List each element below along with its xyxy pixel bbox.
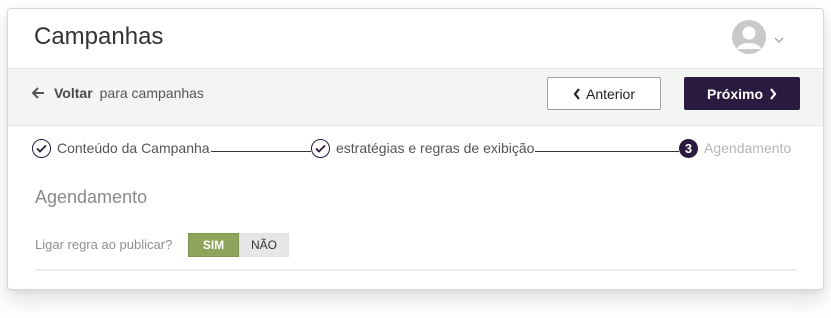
step-label: estratégias e regras de exibição xyxy=(336,140,535,156)
previous-button-label: Anterior xyxy=(585,85,636,102)
toggle-yes-option[interactable]: SIM xyxy=(188,233,239,257)
step-campaign-content[interactable]: Conteúdo da Campanha xyxy=(32,137,210,159)
publish-rule-toggle[interactable]: SIM NÃO xyxy=(188,233,289,257)
step-strategies-rules[interactable]: estratégias e regras de exibição xyxy=(311,137,534,159)
next-button[interactable]: Próximo xyxy=(684,77,800,110)
step-number-badge: 3 xyxy=(679,138,698,158)
previous-button[interactable]: Anterior xyxy=(547,77,661,110)
card-header: Campanhas xyxy=(8,9,823,68)
step-label: Conteúdo da Campanha xyxy=(57,140,210,156)
page-title: Campanhas xyxy=(34,23,164,50)
navigation-toolbar: Voltar para campanhas Anterior Próximo xyxy=(8,68,823,126)
back-to-campaigns-link[interactable]: Voltar para campanhas xyxy=(32,85,204,101)
step-label: Agendamento xyxy=(704,140,792,156)
toggle-no-option[interactable]: NÃO xyxy=(239,233,289,257)
chevron-right-icon xyxy=(769,87,777,100)
arrow-left-icon xyxy=(32,87,45,99)
step-connector xyxy=(535,151,679,152)
section-title: Agendamento xyxy=(35,187,148,207)
progress-stepper: Conteúdo da Campanha estratégias e regra… xyxy=(8,137,823,163)
section-divider xyxy=(35,269,797,271)
user-avatar-icon[interactable] xyxy=(732,20,766,54)
publish-rule-label: Ligar regra ao publicar? xyxy=(35,237,173,252)
chevron-left-icon xyxy=(573,87,581,100)
step-scheduling[interactable]: 3 Agendamento xyxy=(679,137,791,159)
step-connector xyxy=(211,151,311,152)
chevron-down-icon[interactable] xyxy=(774,31,784,49)
next-button-label: Próximo xyxy=(706,85,763,102)
check-circle-icon xyxy=(311,138,330,158)
check-circle-icon xyxy=(32,138,51,158)
back-link-strong: Voltar xyxy=(54,85,93,101)
back-link-text: para campanhas xyxy=(99,85,204,101)
campaign-card: Campanhas Voltar para campanhas Anterior xyxy=(7,8,824,290)
